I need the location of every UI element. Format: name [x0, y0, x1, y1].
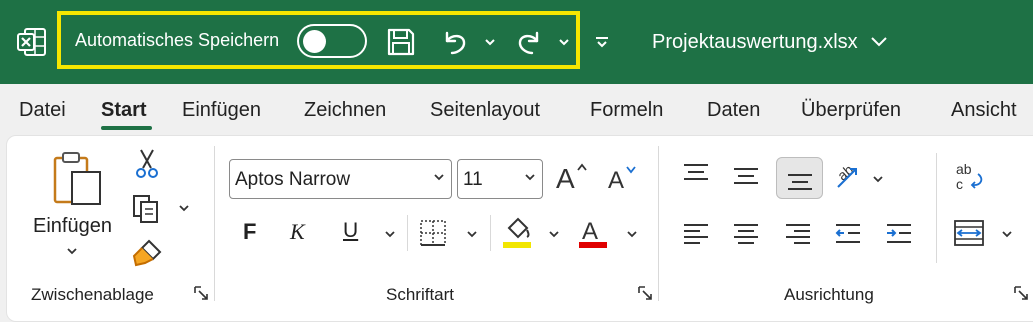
middle-align-icon[interactable] — [732, 166, 760, 188]
tab-seitenlayout[interactable]: Seitenlayout — [430, 99, 540, 122]
autosave-label: Automatisches Speichern — [75, 30, 280, 50]
bold-button[interactable]: F — [243, 219, 256, 245]
increase-indent-icon[interactable] — [885, 222, 913, 244]
undo-icon[interactable] — [440, 27, 470, 57]
clipboard-dialog-launcher-icon[interactable] — [193, 285, 209, 301]
svg-text:ab: ab — [956, 161, 972, 177]
toggle-knob — [303, 29, 326, 53]
redo-icon[interactable] — [514, 27, 544, 57]
tab-daten[interactable]: Daten — [707, 99, 760, 122]
format-painter-icon[interactable] — [131, 238, 163, 268]
document-title[interactable]: Projektauswertung.xlsx — [652, 31, 858, 54]
title-bar: Automatisches Speichern Projektauswertun… — [0, 0, 1033, 84]
font-row-separator — [490, 215, 491, 251]
svg-text:A: A — [556, 163, 575, 192]
decrease-indent-icon[interactable] — [834, 222, 862, 244]
merge-center-icon[interactable] — [953, 218, 987, 248]
svg-text:A: A — [608, 167, 624, 192]
font-color-dropdown-chevron-icon[interactable] — [625, 228, 639, 240]
font-family-select[interactable]: Aptos Narrow — [229, 159, 452, 199]
align-center-icon[interactable] — [732, 222, 760, 244]
autosave-toggle[interactable] — [297, 24, 367, 58]
wrap-text-icon[interactable]: ab c — [952, 160, 986, 194]
align-right-icon[interactable] — [784, 222, 812, 244]
increase-font-size-icon[interactable]: A — [555, 160, 589, 192]
tab-datei[interactable]: Datei — [19, 99, 66, 122]
excel-logo-icon — [16, 26, 48, 58]
top-align-icon[interactable] — [682, 162, 710, 184]
copy-dropdown-chevron-icon[interactable] — [177, 202, 191, 214]
font-size-value: 11 — [463, 169, 483, 190]
cut-scissors-icon[interactable] — [134, 148, 160, 180]
merge-dropdown-chevron-icon[interactable] — [1000, 228, 1014, 240]
clipboard-group-label: Zwischenablage — [31, 285, 154, 304]
font-dialog-launcher-icon[interactable] — [637, 285, 653, 301]
group-separator — [214, 146, 215, 301]
orientation-dropdown-chevron-icon[interactable] — [871, 173, 885, 185]
fill-color-dropdown-chevron-icon[interactable] — [547, 228, 561, 240]
group-inner-separator — [936, 153, 937, 263]
bottom-align-button[interactable] — [776, 157, 823, 199]
ribbon-tabs: Datei Start Einfügen Zeichnen Seitenlayo… — [0, 84, 1033, 138]
borders-dropdown-chevron-icon[interactable] — [465, 228, 479, 240]
decrease-font-size-icon[interactable]: A — [607, 162, 639, 192]
orientation-icon[interactable]: ab — [832, 161, 864, 193]
alignment-dialog-launcher-icon[interactable] — [1013, 285, 1029, 301]
font-color-icon[interactable]: A — [577, 215, 609, 251]
font-size-chevron-down-icon — [522, 169, 538, 185]
paste-dropdown-chevron-icon[interactable] — [65, 245, 79, 257]
borders-icon[interactable] — [418, 218, 448, 248]
svg-text:A: A — [582, 218, 598, 245]
tab-zeichnen[interactable]: Zeichnen — [304, 99, 386, 122]
tab-einfuegen[interactable]: Einfügen — [182, 99, 261, 122]
group-separator — [658, 146, 659, 301]
svg-text:c: c — [956, 176, 963, 192]
customize-qat-icon[interactable] — [594, 34, 610, 50]
active-tab-indicator — [101, 126, 152, 130]
font-group-label: Schriftart — [386, 285, 455, 304]
fill-color-bucket-icon[interactable] — [501, 215, 533, 251]
underline-dropdown-chevron-icon[interactable] — [383, 228, 397, 240]
copy-icon[interactable] — [131, 193, 161, 225]
filename-chevron-down-icon[interactable] — [870, 34, 888, 48]
bottom-align-icon — [786, 165, 814, 191]
alignment-group-label: Ausrichtung — [784, 285, 874, 304]
underline-button[interactable]: U — [343, 219, 358, 243]
paste-clipboard-icon[interactable] — [52, 150, 104, 208]
tab-start[interactable]: Start — [101, 99, 147, 122]
paste-button-label[interactable]: Einfügen — [33, 215, 112, 238]
undo-dropdown-chevron-icon[interactable] — [483, 36, 497, 48]
font-family-chevron-down-icon — [431, 169, 447, 185]
save-icon[interactable] — [385, 26, 417, 58]
tab-ueberpruefen[interactable]: Überprüfen — [801, 99, 901, 122]
tab-formeln[interactable]: Formeln — [590, 99, 663, 122]
font-row-separator — [407, 215, 408, 251]
tab-ansicht[interactable]: Ansicht — [951, 99, 1017, 122]
font-family-value: Aptos Narrow — [235, 169, 351, 190]
redo-dropdown-chevron-icon[interactable] — [557, 36, 571, 48]
font-size-select[interactable]: 11 — [457, 159, 543, 199]
italic-button[interactable]: K — [290, 219, 305, 245]
align-left-icon[interactable] — [682, 222, 710, 244]
